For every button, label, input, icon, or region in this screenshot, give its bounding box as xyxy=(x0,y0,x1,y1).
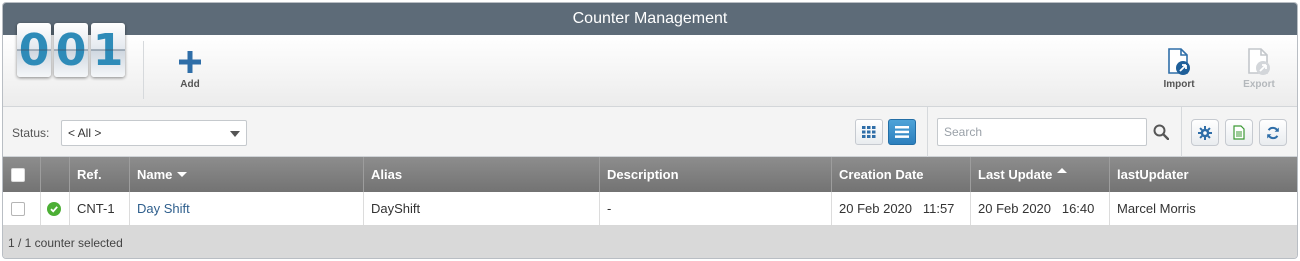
counter-logo: 0 0 1 xyxy=(17,23,125,77)
search-input[interactable] xyxy=(937,118,1147,146)
logo-digit: 0 xyxy=(17,23,51,77)
chevron-down-icon xyxy=(230,131,240,137)
column-header-creation-date[interactable]: Creation Date xyxy=(832,157,971,192)
logo-digit: 0 xyxy=(54,23,88,77)
selection-count-text: 1 / 1 counter selected xyxy=(8,235,123,250)
counter-management-window: Counter Management 0 0 1 Add Import Expo… xyxy=(2,2,1298,259)
filter-bar: Status: < All > xyxy=(3,107,1297,157)
document-export-icon xyxy=(1246,47,1272,77)
column-header-name-label: Name xyxy=(137,167,173,182)
column-header-name[interactable]: Name xyxy=(130,157,364,192)
list-view-button[interactable] xyxy=(888,119,916,145)
search-icon[interactable] xyxy=(1153,124,1169,140)
counter-name-link[interactable]: Day Shift xyxy=(137,201,190,216)
column-header-ref[interactable]: Ref. xyxy=(70,157,130,192)
filter-divider xyxy=(927,107,928,157)
column-header-alias[interactable]: Alias xyxy=(364,157,600,192)
column-header-last-update[interactable]: Last Update xyxy=(971,157,1110,192)
add-button[interactable]: Add xyxy=(160,47,220,90)
column-header-creation-date-label: Creation Date xyxy=(839,167,924,182)
cell-ref: CNT-1 xyxy=(70,192,130,225)
toolbar-divider xyxy=(143,41,144,99)
logo-digit: 1 xyxy=(91,23,125,77)
refresh-icon xyxy=(1267,126,1279,139)
grid-view-icon xyxy=(862,126,876,138)
row-select-cell xyxy=(3,192,41,225)
cell-ref-value: CNT-1 xyxy=(77,201,115,216)
cell-creation-date: 20 Feb 2020 11:57 xyxy=(832,192,971,225)
table-header: Ref. Name Alias Description Creation Dat… xyxy=(3,157,1297,192)
column-header-ref-label: Ref. xyxy=(77,167,102,182)
select-all-checkbox[interactable] xyxy=(11,167,25,182)
sort-ascending-icon xyxy=(1057,168,1068,173)
status-column-header xyxy=(41,157,70,192)
refresh-button[interactable] xyxy=(1259,119,1287,146)
column-header-description-label: Description xyxy=(607,167,679,182)
column-header-last-updater[interactable]: lastUpdater xyxy=(1110,157,1297,192)
cell-creation-date-value: 20 Feb 2020 11:57 xyxy=(839,201,955,216)
column-header-last-update-label: Last Update xyxy=(978,167,1053,182)
toolbar: 0 0 1 Add Import Export xyxy=(3,23,1297,107)
excel-export-button[interactable] xyxy=(1225,119,1253,146)
add-button-label: Add xyxy=(180,79,200,90)
cell-last-updater: Marcel Morris xyxy=(1110,192,1297,225)
import-button[interactable]: Import xyxy=(1149,47,1209,90)
status-filter-label: Status: xyxy=(12,126,50,140)
column-header-last-updater-label: lastUpdater xyxy=(1117,167,1189,182)
document-import-icon xyxy=(1166,47,1192,77)
cell-last-update: 20 Feb 2020 16:40 xyxy=(971,192,1110,225)
cell-description: - xyxy=(600,192,832,225)
import-button-label: Import xyxy=(1163,79,1195,90)
check-circle-icon xyxy=(47,201,61,216)
cell-last-updater-value: Marcel Morris xyxy=(1117,201,1196,216)
list-view-icon xyxy=(895,126,909,138)
status-filter-value: < All > xyxy=(68,126,102,140)
excel-export-icon xyxy=(1233,125,1245,140)
row-status-cell xyxy=(41,192,70,225)
table-row[interactable]: CNT-1 Day Shift DayShift - 20 Feb 2020 1… xyxy=(3,192,1297,226)
column-header-alias-label: Alias xyxy=(371,167,403,182)
status-filter-select[interactable]: < All > xyxy=(61,120,247,146)
row-checkbox[interactable] xyxy=(11,201,25,216)
cell-alias: DayShift xyxy=(364,192,600,225)
export-button[interactable]: Export xyxy=(1229,47,1289,90)
status-footer: 1 / 1 counter selected xyxy=(3,226,1297,258)
cell-description-value: - xyxy=(607,201,612,216)
grid-view-button[interactable] xyxy=(855,119,883,145)
sort-descending-icon xyxy=(177,172,188,177)
cell-name: Day Shift xyxy=(130,192,364,225)
window-title: Counter Management xyxy=(572,10,728,27)
gear-icon xyxy=(1198,125,1212,140)
column-header-description[interactable]: Description xyxy=(600,157,832,192)
cell-last-update-value: 20 Feb 2020 16:40 xyxy=(978,201,1095,216)
plus-icon xyxy=(178,47,202,77)
cell-alias-value: DayShift xyxy=(371,201,421,216)
settings-button[interactable] xyxy=(1191,119,1219,146)
title-bar: Counter Management xyxy=(3,3,1297,35)
select-all-cell xyxy=(3,157,41,192)
filter-divider xyxy=(1181,107,1182,157)
export-button-label: Export xyxy=(1243,79,1275,90)
